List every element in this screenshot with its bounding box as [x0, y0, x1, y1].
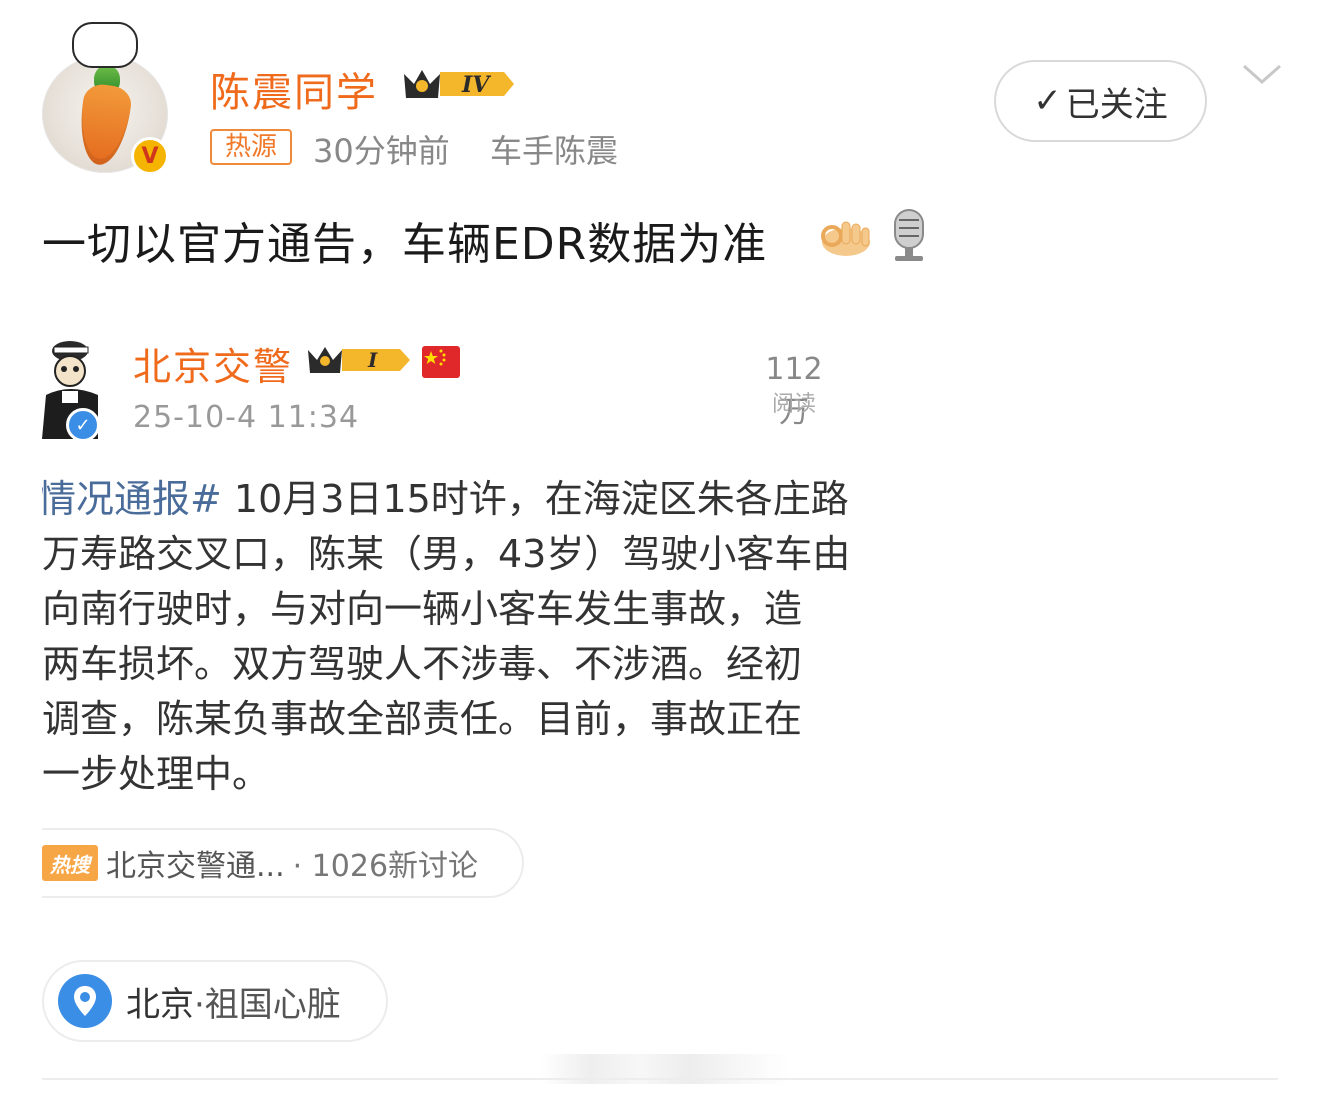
- carrot-icon: [74, 82, 134, 168]
- location-place: ·祖国心脏: [194, 984, 341, 1025]
- verified-blue-icon: ✓: [66, 408, 100, 442]
- china-flag-icon: [422, 346, 460, 378]
- embedded-username[interactable]: 北京交警: [133, 336, 293, 391]
- location-chip[interactable]: 北京·祖国心脏: [42, 960, 388, 1042]
- post-source: 车手陈震: [490, 132, 619, 170]
- report-line: 一步处理中。: [42, 752, 271, 796]
- report-line: 情况通报# 10月3日15时许，在海淀区朱各庄路: [42, 472, 864, 527]
- level-badge-text-2: I: [367, 348, 378, 372]
- read-label: 阅读: [771, 392, 816, 417]
- embedded-date: 25-10-4 11:34: [133, 400, 360, 435]
- location-pin-icon: [58, 974, 112, 1028]
- report-line: 向南行驶时，与对向一辆小客车发生事故，造: [42, 587, 803, 631]
- hot-search-icon: 热搜: [42, 845, 98, 881]
- report-text: 情况通报# 10月3日15时许，在海淀区朱各庄路 万寿路交叉口，陈某（男，43岁…: [42, 472, 864, 812]
- hot-search-text: 北京交警通...: [106, 849, 285, 884]
- report-line: 万寿路交叉口，陈某（男，43岁）驾驶小客车由: [42, 532, 851, 576]
- crown-level-badge-2: I: [308, 347, 410, 373]
- chevron-down-icon[interactable]: [1238, 58, 1286, 90]
- post-time: 30分钟前: [313, 132, 450, 170]
- mascot-icon: [72, 22, 138, 68]
- hot-search-chip[interactable]: 热搜 北京交警通... · 1026新讨论: [42, 828, 524, 898]
- username[interactable]: 陈震同学: [210, 60, 378, 118]
- hot-source-tag: 热源: [210, 129, 292, 165]
- report-line: 调查，陈某负事故全部责任。目前，事故正在: [42, 697, 803, 741]
- divider: [42, 1078, 1278, 1080]
- verified-icon: V: [131, 137, 169, 175]
- post-text: 一切以官方通告，车辆EDR数据为准: [42, 219, 768, 270]
- crown-level-badge: IV: [404, 70, 514, 98]
- report-line: 两车损坏。双方驾驶人不涉毒、不涉酒。经初: [42, 642, 803, 686]
- ok-hand-icon: [821, 221, 870, 256]
- level-badge-text: IV: [461, 72, 491, 98]
- location-city: 北京: [126, 984, 194, 1025]
- follow-button[interactable]: ✓ 已关注: [994, 60, 1207, 142]
- hot-search-count: · 1026新讨论: [292, 849, 479, 884]
- microphone-icon: [894, 209, 924, 261]
- follow-label: 已关注: [1065, 84, 1168, 125]
- hashtag-link[interactable]: 情况通报#: [42, 477, 222, 521]
- check-icon: ✓: [1033, 81, 1062, 121]
